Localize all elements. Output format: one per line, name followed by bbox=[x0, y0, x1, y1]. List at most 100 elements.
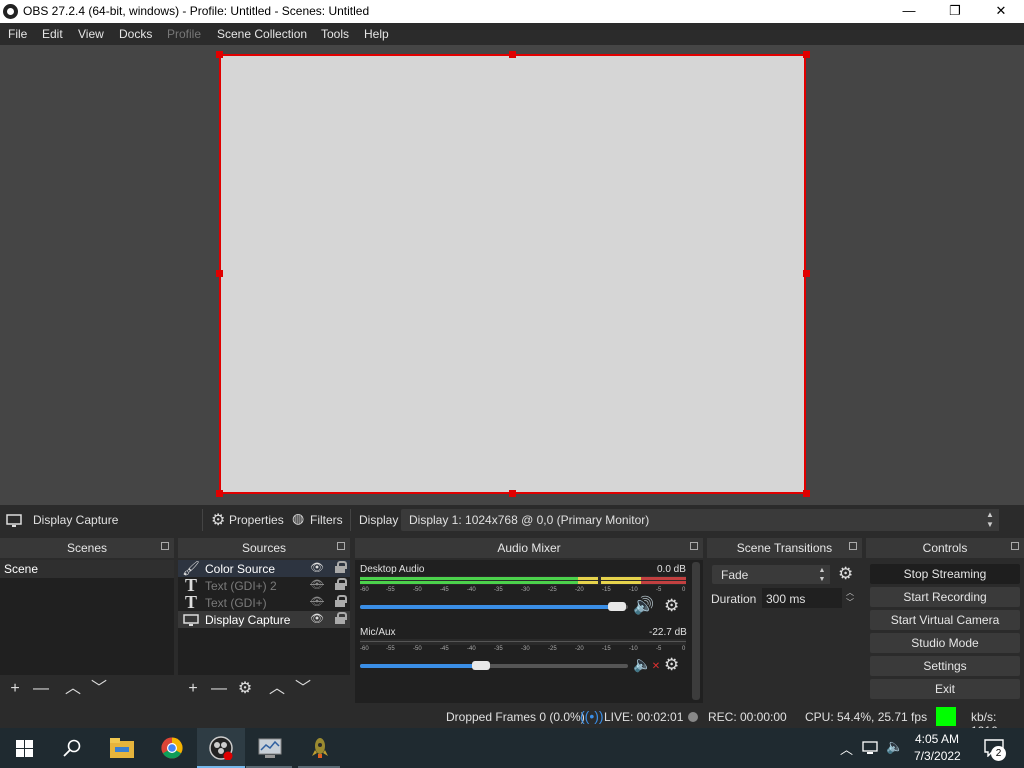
exit-button[interactable]: Exit bbox=[870, 679, 1020, 699]
start-recording-button[interactable]: Start Recording bbox=[870, 587, 1020, 607]
undock-icon[interactable] bbox=[161, 542, 169, 550]
sources-header: Sources bbox=[178, 538, 350, 558]
undock-icon[interactable] bbox=[849, 542, 857, 550]
resize-handle[interactable] bbox=[803, 490, 810, 497]
transition-select[interactable]: Fade bbox=[712, 565, 818, 584]
filters-icon[interactable]: ◍ bbox=[292, 510, 304, 527]
title-bar: OBS 27.2.4 (64-bit, windows) - Profile: … bbox=[0, 0, 1024, 23]
properties-button[interactable]: Properties bbox=[229, 513, 284, 527]
scenes-list[interactable]: Scene bbox=[0, 560, 174, 675]
visibility-eye-icon[interactable]: 👁 bbox=[310, 561, 324, 574]
filters-button[interactable]: Filters bbox=[310, 513, 343, 527]
duration-label: Duration bbox=[711, 592, 757, 606]
list-item[interactable]: Scene bbox=[0, 560, 174, 578]
undock-icon[interactable] bbox=[337, 542, 345, 550]
remove-scene-button[interactable]: — bbox=[30, 678, 52, 700]
move-down-button[interactable]: ﹀ bbox=[88, 678, 110, 700]
display-label: Display bbox=[359, 513, 399, 527]
duration-value: 300 ms bbox=[766, 592, 806, 606]
lock-icon[interactable] bbox=[335, 561, 347, 573]
display-select[interactable]: Display 1: 1024x768 @ 0,0 (Primary Monit… bbox=[401, 509, 999, 531]
windows-start-icon[interactable] bbox=[16, 740, 33, 757]
add-scene-button[interactable]: + bbox=[4, 678, 26, 700]
resize-handle[interactable] bbox=[803, 270, 810, 277]
sources-list[interactable]: 🖌 Color Source 👁 T Text (GDI+) 2 👁 T Tex… bbox=[178, 560, 350, 675]
visibility-eye-off-icon[interactable]: 👁 bbox=[310, 595, 324, 608]
undock-icon[interactable] bbox=[690, 542, 698, 550]
transition-gear-icon[interactable]: ⚙ bbox=[838, 564, 853, 584]
scenes-dock: Scenes Scene + — ︿ ﹀ bbox=[0, 538, 174, 703]
chrome-icon[interactable] bbox=[161, 737, 183, 759]
move-up-button[interactable]: ︿ bbox=[266, 678, 288, 700]
move-down-button[interactable]: ﹀ bbox=[292, 678, 314, 700]
list-item[interactable]: T Text (GDI+) 2 👁 bbox=[178, 575, 350, 595]
close-button[interactable]: ✕ bbox=[978, 0, 1024, 23]
channel-db: -22.7 dB bbox=[649, 627, 687, 638]
menu-tools[interactable]: Tools bbox=[321, 27, 349, 41]
resize-handle[interactable] bbox=[216, 490, 223, 497]
lock-icon[interactable] bbox=[335, 612, 347, 624]
volume-icon[interactable]: 🔈 bbox=[886, 738, 903, 755]
move-up-button[interactable]: ︿ bbox=[62, 678, 84, 700]
volume-slider-handle[interactable] bbox=[608, 602, 626, 611]
gear-icon[interactable]: ⚙ bbox=[211, 510, 225, 530]
audio-mixer-header: Audio Mixer bbox=[355, 538, 703, 558]
transition-select-spinner[interactable]: ▲ ▼ bbox=[814, 565, 830, 584]
app-rocket-icon[interactable] bbox=[310, 737, 330, 759]
menu-docks[interactable]: Docks bbox=[119, 27, 152, 41]
remove-source-button[interactable]: — bbox=[208, 678, 230, 700]
add-source-button[interactable]: + bbox=[182, 678, 204, 700]
menu-edit[interactable]: Edit bbox=[42, 27, 63, 41]
speaker-icon[interactable]: 🔊 bbox=[633, 596, 654, 616]
file-explorer-icon[interactable] bbox=[110, 738, 134, 758]
duration-input[interactable]: 300 ms bbox=[762, 588, 842, 608]
list-item[interactable]: 🖌 Color Source 👁 bbox=[178, 560, 350, 577]
lock-icon[interactable] bbox=[335, 595, 347, 607]
menu-help[interactable]: Help bbox=[364, 27, 389, 41]
menu-profile[interactable]: Profile bbox=[167, 27, 201, 41]
source-properties-gear-icon[interactable]: ⚙ bbox=[234, 678, 256, 700]
resize-handle[interactable] bbox=[803, 51, 810, 58]
search-icon[interactable] bbox=[63, 739, 81, 757]
stop-streaming-button[interactable]: Stop Streaming bbox=[870, 564, 1020, 584]
duration-stepper[interactable]: ︿ ﹀ bbox=[843, 588, 857, 608]
record-indicator-icon bbox=[688, 712, 698, 722]
start-virtual-camera-button[interactable]: Start Virtual Camera bbox=[870, 610, 1020, 630]
maximize-button[interactable]: ❐ bbox=[932, 0, 978, 23]
volume-slider-fill bbox=[360, 605, 617, 609]
source-name: Text (GDI+) bbox=[205, 596, 267, 610]
volume-slider-handle[interactable] bbox=[472, 661, 490, 670]
display-select-spinner[interactable]: ▲ ▼ bbox=[981, 509, 999, 531]
network-icon[interactable] bbox=[862, 741, 880, 755]
studio-mode-button[interactable]: Studio Mode bbox=[870, 633, 1020, 653]
list-item[interactable]: Display Capture 👁 bbox=[178, 611, 350, 628]
visibility-eye-off-icon[interactable]: 👁 bbox=[310, 578, 324, 591]
scene-transitions-header: Scene Transitions bbox=[707, 538, 862, 558]
gear-icon[interactable]: ⚙ bbox=[664, 655, 679, 675]
gear-icon[interactable]: ⚙ bbox=[664, 596, 679, 616]
system-monitor-icon[interactable] bbox=[258, 737, 282, 759]
preview-canvas[interactable] bbox=[219, 54, 806, 494]
menu-file[interactable]: File bbox=[8, 27, 27, 41]
visibility-eye-icon[interactable]: 👁 bbox=[310, 612, 324, 625]
settings-button[interactable]: Settings bbox=[870, 656, 1020, 676]
chevron-up-icon[interactable]: ︿ bbox=[840, 739, 853, 758]
obs-taskbar-button[interactable] bbox=[197, 728, 245, 768]
lock-icon[interactable] bbox=[335, 578, 347, 590]
list-item[interactable]: T Text (GDI+) 👁 bbox=[178, 592, 350, 612]
resize-handle[interactable] bbox=[509, 490, 516, 497]
mixer-scrollbar[interactable] bbox=[692, 562, 700, 700]
menu-view[interactable]: View bbox=[78, 27, 104, 41]
clock-time[interactable]: 4:05 AM bbox=[915, 732, 959, 746]
minimize-button[interactable]: — bbox=[886, 0, 932, 23]
scenes-toolbar: + — ︿ ﹀ bbox=[0, 675, 174, 703]
scene-transitions-dock: Scene Transitions Fade ▲ ▼ ⚙ Duration 300… bbox=[707, 538, 862, 703]
clock-date[interactable]: 7/3/2022 bbox=[914, 749, 961, 763]
undock-icon[interactable] bbox=[1011, 542, 1019, 550]
audio-mixer-dock: Audio Mixer Desktop Audio 0.0 dB -60 -55… bbox=[355, 538, 703, 703]
resize-handle[interactable] bbox=[509, 51, 516, 58]
resize-handle[interactable] bbox=[216, 51, 223, 58]
speaker-muted-icon[interactable]: 🔈✕ bbox=[633, 655, 660, 673]
menu-scene-collection[interactable]: Scene Collection bbox=[217, 27, 307, 41]
resize-handle[interactable] bbox=[216, 270, 223, 277]
